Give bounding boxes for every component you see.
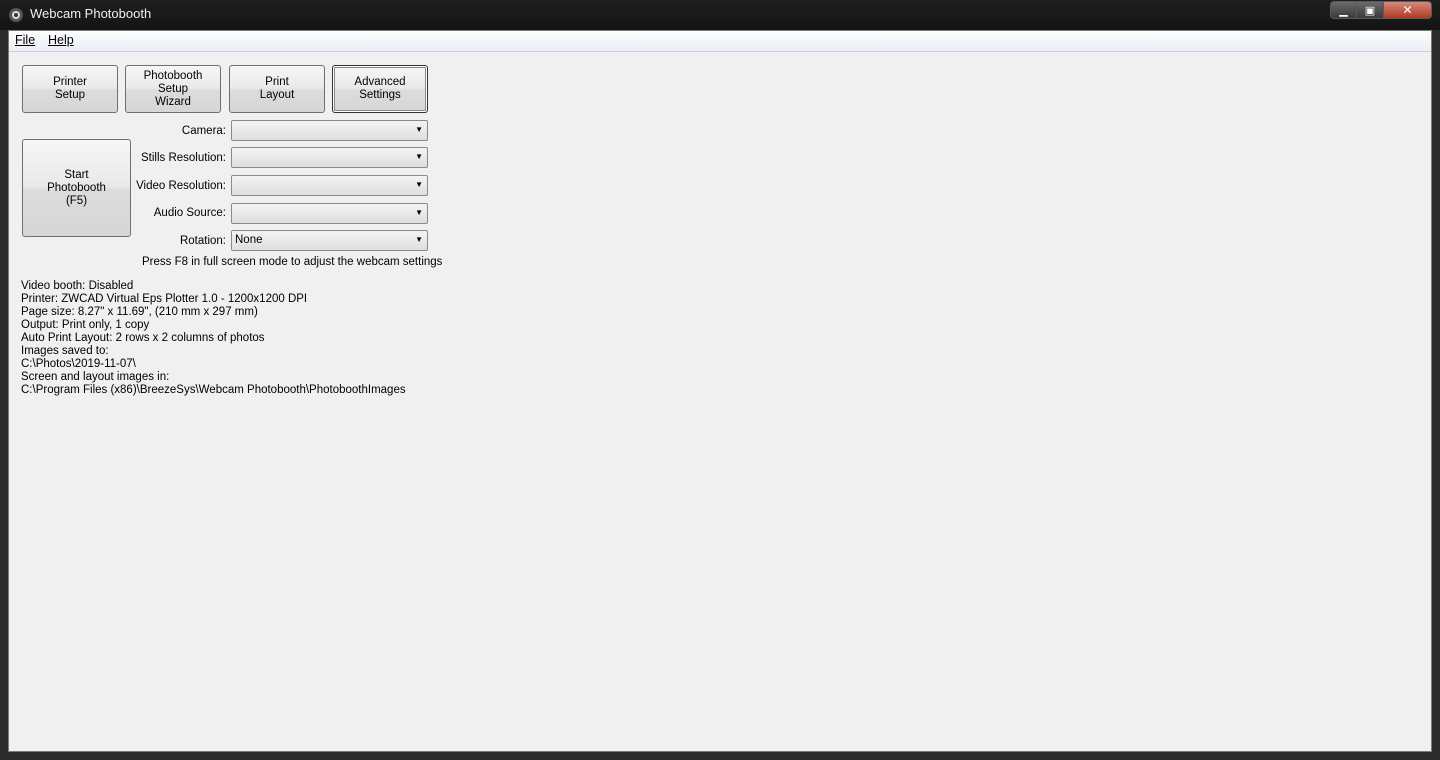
rotation-label: Rotation: (179, 235, 226, 247)
advanced-settings-button[interactable]: Advanced Settings (332, 65, 428, 113)
audio-source-select[interactable]: ▼ (231, 203, 428, 224)
menu-help-label: Help (48, 33, 74, 47)
printer-setup-button[interactable]: Printer Setup (22, 65, 118, 113)
info-line-screen-images-label: Screen and layout images in: (21, 371, 170, 383)
camera-select[interactable]: ▼ (231, 120, 428, 141)
window-controls: ▁ ▣ ✕ (1330, 1, 1432, 20)
info-line-printer: Printer: ZWCAD Virtual Eps Plotter 1.0 -… (21, 293, 308, 305)
app-window: Webcam Photobooth ▁ ▣ ✕ File Help Printe… (0, 0, 1440, 760)
info-line-video-booth: Video booth: Disabled (21, 280, 134, 292)
info-line-page-size: Page size: 8.27" x 11.69", (210 mm x 297… (21, 306, 258, 318)
start-photobooth-button[interactable]: Start Photobooth (F5) (22, 139, 131, 237)
menu-bar: File Help (9, 31, 1431, 52)
close-icon: ✕ (1402, 3, 1413, 17)
chevron-down-icon: ▼ (415, 180, 423, 189)
webcam-settings-hint: Press F8 in full screen mode to adjust t… (142, 256, 443, 268)
info-line-auto-print-layout: Auto Print Layout: 2 rows x 2 columns of… (21, 332, 265, 344)
setup-wizard-button[interactable]: Photobooth Setup Wizard (125, 65, 221, 113)
maximize-button[interactable]: ▣ (1357, 1, 1384, 19)
audio-source-label: Audio Source: (153, 207, 226, 219)
info-line-output: Output: Print only, 1 copy (21, 319, 150, 331)
camera-icon (9, 8, 23, 22)
stills-resolution-select[interactable]: ▼ (231, 147, 428, 168)
title-bar[interactable]: Webcam Photobooth ▁ ▣ ✕ (0, 0, 1440, 30)
maximize-icon: ▣ (1364, 4, 1376, 17)
window-title: Webcam Photobooth (30, 6, 152, 21)
rotation-value: None (235, 234, 263, 246)
chevron-down-icon: ▼ (415, 208, 423, 217)
chevron-down-icon: ▼ (415, 235, 423, 244)
video-resolution-select[interactable]: ▼ (231, 175, 428, 196)
chevron-down-icon: ▼ (415, 125, 423, 134)
print-layout-button[interactable]: Print Layout (229, 65, 325, 113)
menu-help[interactable]: Help (48, 33, 74, 47)
video-resolution-label: Video Resolution: (136, 180, 226, 192)
menu-file[interactable]: File (15, 33, 35, 47)
minimize-button[interactable]: ▁ (1330, 1, 1357, 19)
rotation-select[interactable]: None ▼ (231, 230, 428, 251)
chevron-down-icon: ▼ (415, 152, 423, 161)
close-button[interactable]: ✕ (1384, 1, 1432, 19)
status-info: Video booth: Disabled Printer: ZWCAD Vir… (21, 280, 406, 397)
info-line-images-path: C:\Photos\2019-11-07\ (21, 358, 136, 370)
menu-file-label: File (15, 33, 36, 47)
camera-label: Camera: (181, 125, 226, 137)
client-area: File Help Printer Setup Photobooth Setup… (8, 30, 1432, 752)
minimize-icon: ▁ (1339, 4, 1348, 17)
info-line-images-saved-label: Images saved to: (21, 345, 109, 357)
info-line-screen-images-path: C:\Program Files (x86)\BreezeSys\Webcam … (21, 384, 406, 396)
stills-resolution-label: Stills Resolution: (140, 152, 226, 164)
